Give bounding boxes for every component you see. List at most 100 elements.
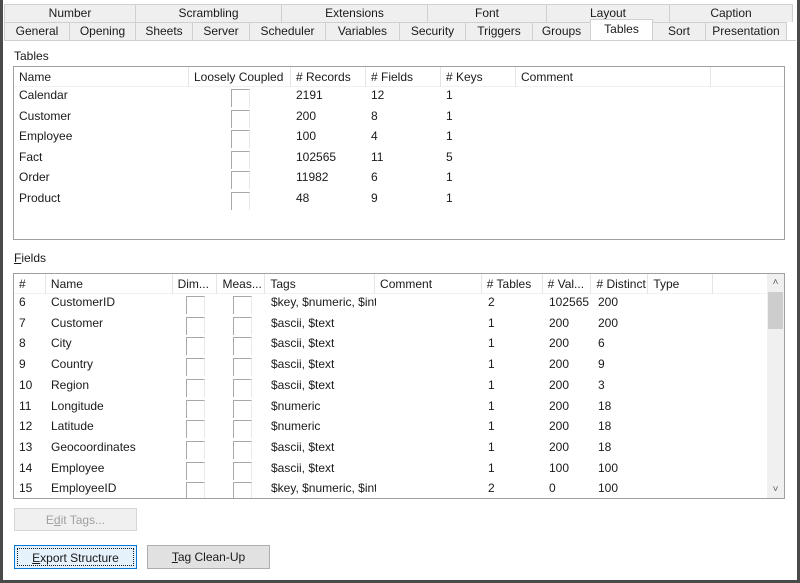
field-row[interactable]: 15 EmployeeID $key, $numeric, $int 2 0 100	[14, 480, 715, 498]
field-row[interactable]: 13 Geocoordinates $ascii, $text 1 200 18	[14, 439, 715, 460]
column-header-tags[interactable]: Tags	[265, 274, 376, 294]
tab-scrambling[interactable]: Scrambling	[135, 4, 282, 22]
table-row[interactable]: Employee 100 4 1	[14, 128, 711, 149]
column-header-distinct[interactable]: # Distinct	[591, 274, 649, 294]
cell-fields: 9	[371, 191, 378, 205]
cell-distinct: 200	[598, 315, 619, 330]
cell-tags: $ascii, $text	[271, 357, 335, 372]
fields-vertical-scrollbar[interactable]: ˄ ˅	[767, 274, 784, 498]
cell-keys: 1	[446, 129, 453, 144]
loosely-coupled-checkbox[interactable]	[230, 171, 250, 190]
field-row[interactable]: 11 Longitude $numeric 1 200 18	[14, 398, 715, 419]
dimension-checkbox[interactable]	[186, 440, 205, 459]
chevron-up-icon[interactable]: ˄	[767, 274, 784, 291]
tab-triggers[interactable]: Triggers	[465, 22, 533, 40]
measure-checkbox[interactable]	[232, 461, 252, 480]
cell-keys: 1	[446, 88, 453, 102]
tab-extensions[interactable]: Extensions	[281, 4, 428, 22]
loosely-coupled-checkbox[interactable]	[230, 150, 250, 169]
dimension-checkbox[interactable]	[186, 296, 205, 314]
table-row[interactable]: Calendar 2191 12 1	[14, 87, 711, 108]
measure-checkbox[interactable]	[232, 378, 252, 397]
dimension-checkbox[interactable]	[186, 461, 205, 480]
export-structure-button[interactable]: Export Structure	[14, 545, 137, 569]
field-row[interactable]: 8 City $ascii, $text 1 200 6	[14, 335, 715, 356]
tag-cleanup-button[interactable]: Tag Clean-Up	[147, 545, 270, 569]
tab-general[interactable]: General	[4, 22, 70, 40]
tab-number[interactable]: Number	[4, 4, 136, 22]
column-header-fields[interactable]: # Fields	[366, 67, 441, 87]
column-header-values[interactable]: # Val...	[543, 274, 592, 294]
measure-checkbox[interactable]	[232, 337, 252, 356]
column-header-records[interactable]: # Records	[291, 67, 366, 87]
scrollbar-thumb[interactable]	[768, 292, 783, 329]
field-row[interactable]: 14 Employee $ascii, $text 1 100 100	[14, 460, 715, 481]
tab-variables[interactable]: Variables	[325, 22, 400, 40]
tab-groups[interactable]: Groups	[532, 22, 591, 40]
column-header-keys[interactable]: # Keys	[441, 67, 516, 87]
chevron-down-icon[interactable]: ˅	[767, 481, 784, 498]
tab-sheets[interactable]: Sheets	[135, 22, 193, 40]
cell-fields: 12	[371, 88, 385, 102]
tab-font[interactable]: Font	[427, 4, 547, 22]
measure-checkbox[interactable]	[232, 482, 252, 498]
dimension-checkbox[interactable]	[186, 358, 205, 377]
cell-dimension	[173, 377, 218, 397]
edit-tags-button[interactable]: Edit Tags...	[14, 508, 137, 531]
tab-tables[interactable]: Tables	[590, 19, 653, 39]
table-row[interactable]: Fact 102565 11 5	[14, 149, 711, 170]
loosely-coupled-checkbox[interactable]	[230, 109, 250, 128]
cell-tags: $ascii, $text	[271, 377, 335, 392]
dimension-checkbox[interactable]	[186, 378, 205, 397]
tab-security[interactable]: Security	[399, 22, 466, 40]
measure-checkbox[interactable]	[232, 420, 252, 439]
column-header-tables[interactable]: # Tables	[482, 274, 543, 294]
column-header-number[interactable]: #	[14, 274, 46, 294]
tab-caption[interactable]: Caption	[669, 4, 793, 22]
table-row[interactable]: Product 48 9 1	[14, 190, 711, 211]
field-row[interactable]: 12 Latitude $numeric 1 200 18	[14, 418, 715, 439]
cell-distinct: 18	[598, 439, 612, 454]
loosely-coupled-checkbox[interactable]	[230, 130, 250, 149]
cell-keys: 1	[446, 170, 453, 185]
table-row[interactable]: Customer 200 8 1	[14, 108, 711, 129]
dimension-checkbox[interactable]	[186, 399, 205, 418]
tables-grid-header: Name Loosely Coupled # Records # Fields …	[14, 67, 784, 87]
cell-type	[650, 315, 715, 335]
column-header-name[interactable]: Name	[14, 67, 189, 87]
column-header-dimension[interactable]: Dim...	[173, 274, 218, 294]
tab-presentation[interactable]: Presentation	[705, 22, 787, 40]
field-row[interactable]: 7 Customer $ascii, $text 1 200 200	[14, 315, 715, 336]
tables-grid[interactable]: Name Loosely Coupled # Records # Fields …	[13, 66, 785, 240]
column-header-name[interactable]: Name	[46, 274, 173, 294]
tab-server[interactable]: Server	[192, 22, 250, 40]
fields-grid[interactable]: # Name Dim... Meas... Tags Comment # Tab…	[13, 273, 785, 499]
column-header-comment[interactable]: Comment	[516, 67, 711, 87]
column-header-type[interactable]: Type	[648, 274, 714, 294]
field-row[interactable]: 6 CustomerID $key, $numeric, $int 2 102565 20…	[14, 294, 715, 315]
measure-checkbox[interactable]	[232, 296, 252, 314]
dimension-checkbox[interactable]	[186, 482, 205, 498]
column-header-measure[interactable]: Meas...	[217, 274, 266, 294]
measure-checkbox[interactable]	[232, 316, 252, 335]
loosely-coupled-checkbox[interactable]	[230, 89, 250, 107]
cell-values: 200	[549, 336, 570, 351]
dimension-checkbox[interactable]	[186, 420, 205, 439]
dimension-checkbox[interactable]	[186, 337, 205, 356]
cell-comment	[376, 398, 483, 418]
measure-checkbox[interactable]	[232, 358, 252, 377]
column-header-comment[interactable]: Comment	[375, 274, 482, 294]
measure-checkbox[interactable]	[232, 440, 252, 459]
field-row[interactable]: 10 Region $ascii, $text 1 200 3	[14, 377, 715, 398]
cell-distinct: 3	[598, 377, 605, 392]
table-row[interactable]: Order 11982 6 1	[14, 169, 711, 190]
dimension-checkbox[interactable]	[186, 316, 205, 335]
cell-measure	[218, 418, 266, 439]
column-header-loosely-coupled[interactable]: Loosely Coupled	[189, 67, 291, 87]
loosely-coupled-checkbox[interactable]	[230, 192, 250, 210]
field-row[interactable]: 9 Country $ascii, $text 1 200 9	[14, 356, 715, 377]
tab-sort[interactable]: Sort	[652, 22, 706, 40]
measure-checkbox[interactable]	[232, 399, 252, 418]
tab-opening[interactable]: Opening	[69, 22, 136, 40]
tab-scheduler[interactable]: Scheduler	[249, 22, 326, 40]
